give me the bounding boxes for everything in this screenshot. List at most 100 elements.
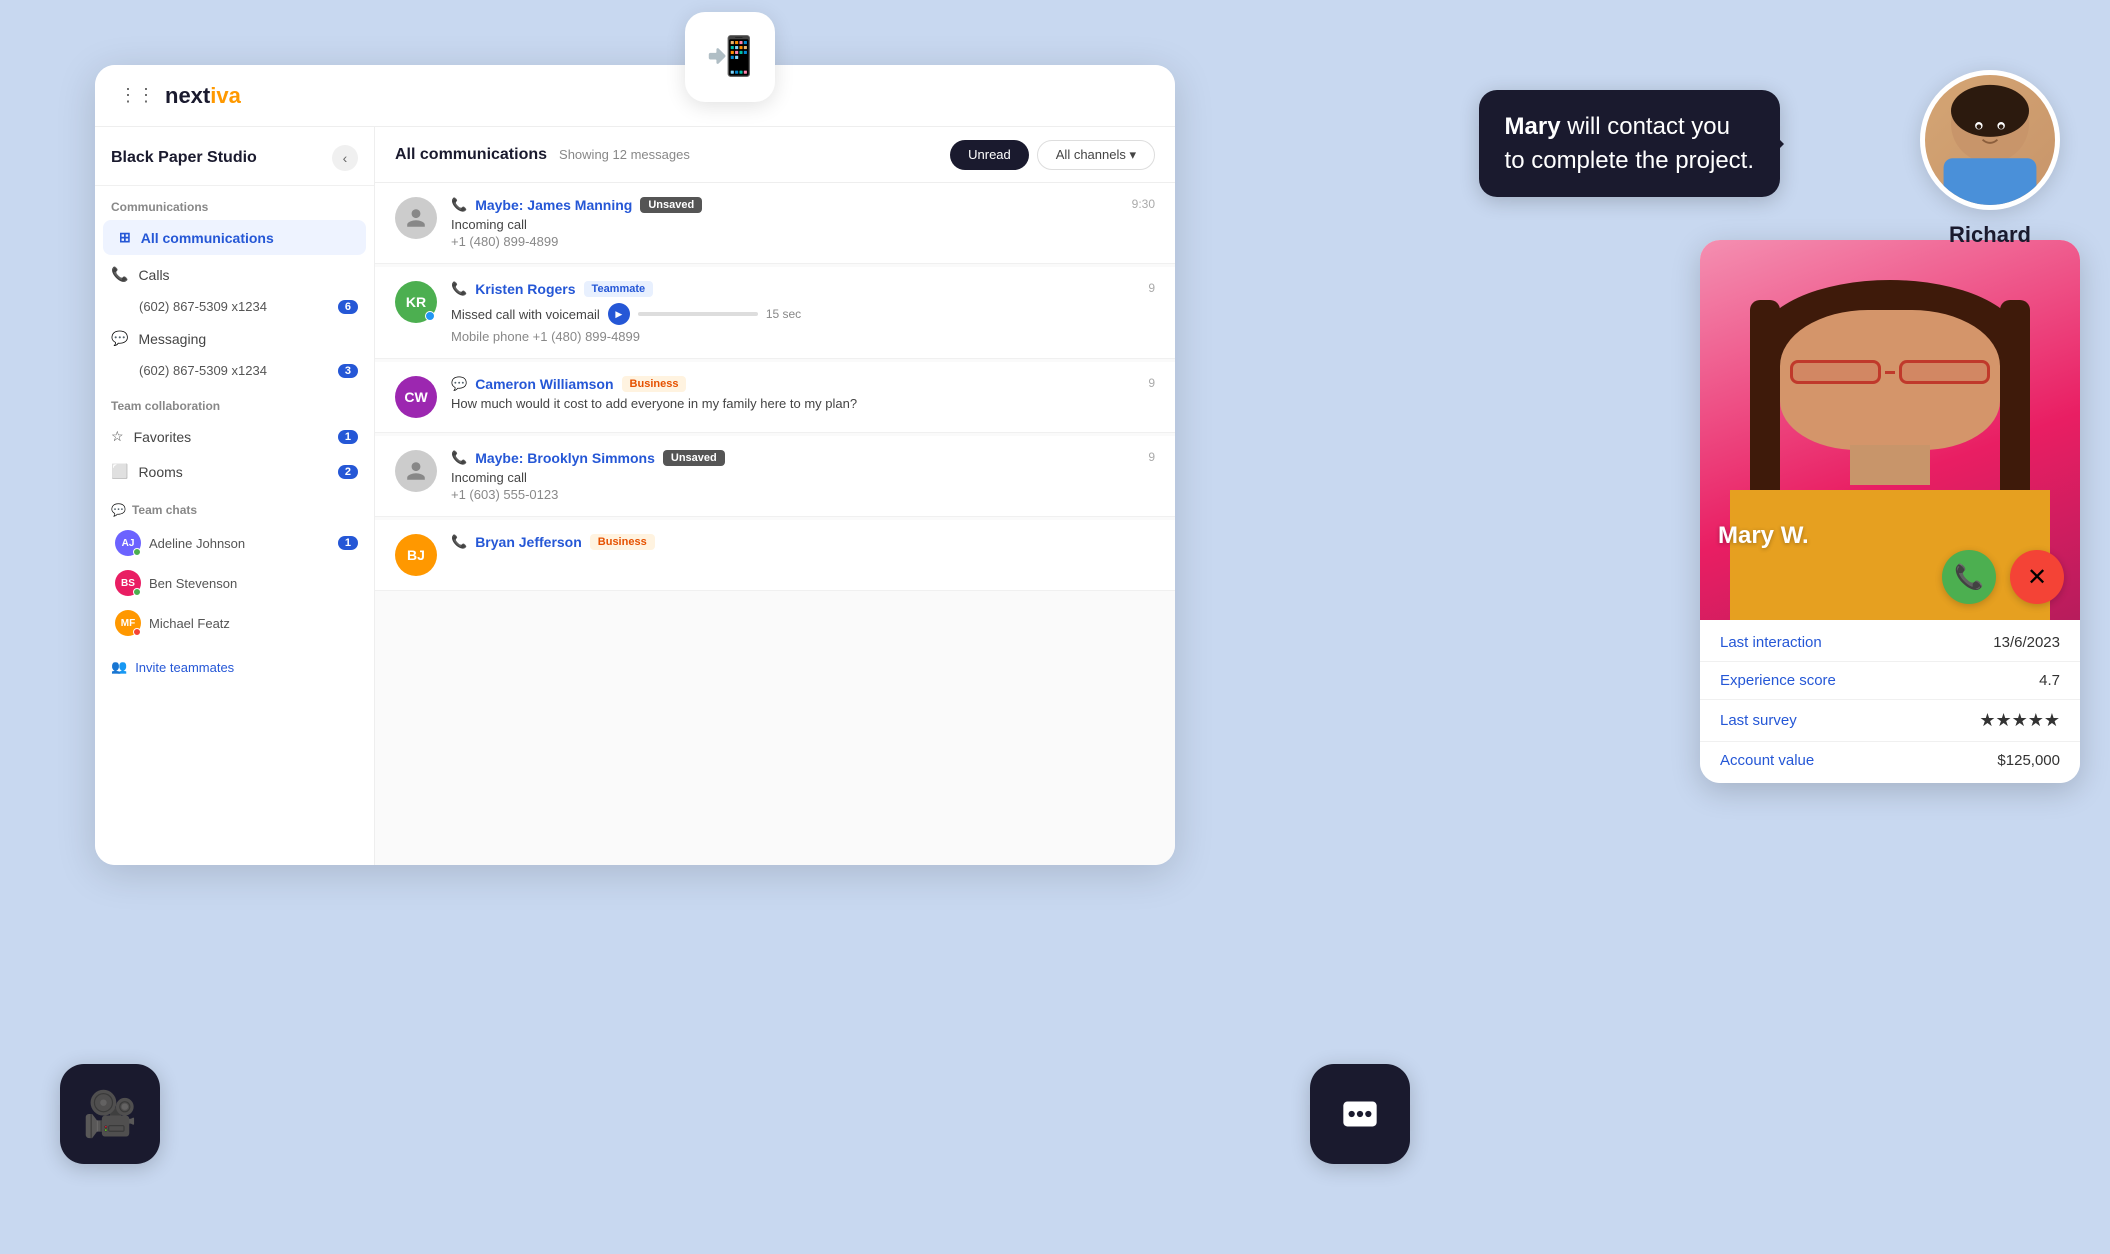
comm-line1: How much would it cost to add everyone i…	[451, 396, 1134, 411]
unread-filter-button[interactable]: Unread	[950, 140, 1029, 170]
comm-content: 📞 Bryan Jefferson Business	[451, 534, 1155, 554]
team-chat-adeline[interactable]: AJ Adeline Johnson 1	[95, 523, 374, 563]
sidebar-item-label: Calls	[138, 267, 169, 283]
comm-item-kristen[interactable]: KR 📞 Kristen Rogers Teammate Missed call…	[375, 267, 1175, 359]
comm-item-james[interactable]: 📞 Maybe: James Manning Unsaved Incoming …	[375, 183, 1175, 264]
sidebar-item-calls[interactable]: 📞 Calls	[95, 257, 374, 292]
rooms-icon: ⬜	[111, 463, 128, 480]
video-icon-button[interactable]: 🎥	[60, 1064, 160, 1164]
adeline-badge: 1	[338, 536, 358, 550]
comm-line2: Mobile phone +1 (480) 899-4899	[451, 329, 1134, 344]
experience-score-row: Experience score 4.7	[1700, 662, 2080, 700]
tooltip-bubble: Mary will contact youto complete the pro…	[1479, 90, 1780, 197]
app-header: ⋮⋮ nextiva	[95, 65, 1175, 127]
invite-label: Invite teammates	[135, 660, 234, 675]
messaging-icon: 💬	[111, 330, 128, 347]
sidebar-sub-item-messaging-number[interactable]: (602) 867-5309 x1234 3	[95, 356, 374, 385]
phone-icon-button[interactable]: 📲	[685, 12, 775, 102]
experience-score-label: Experience score	[1720, 672, 1836, 689]
phone-icon: 📞	[451, 534, 467, 550]
invite-teammates-button[interactable]: 👥 Invite teammates	[95, 647, 374, 687]
comm-line1: Incoming call	[451, 470, 1134, 485]
sidebar-item-rooms[interactable]: ⬜ Rooms 2	[95, 454, 374, 489]
calls-badge: 6	[338, 300, 358, 314]
comm-time: 9	[1148, 376, 1155, 390]
avatar: BJ	[395, 534, 437, 576]
last-interaction-value: 13/6/2023	[1993, 634, 2060, 651]
workspace-chevron[interactable]: ‹	[332, 145, 358, 171]
sidebar-item-label: All communications	[141, 230, 274, 246]
unsaved-tag: Unsaved	[663, 450, 725, 466]
comm-list: 📞 Maybe: James Manning Unsaved Incoming …	[375, 183, 1175, 865]
adeline-name: Adeline Johnson	[149, 536, 245, 551]
comm-time: 9:30	[1132, 197, 1155, 211]
michael-name: Michael Featz	[149, 616, 230, 631]
comm-item-bryan[interactable]: BJ 📞 Bryan Jefferson Business	[375, 520, 1175, 591]
calls-number-label: (602) 867-5309 x1234	[139, 299, 267, 314]
phone-icon: 📞	[451, 450, 467, 466]
comm-name: Cameron Williamson	[475, 376, 613, 392]
teammate-tag: Teammate	[584, 281, 654, 297]
sidebar-item-label: Favorites	[134, 429, 192, 445]
avatar: AJ	[115, 530, 141, 556]
sidebar-item-label: Messaging	[138, 331, 206, 347]
message-icon: 💬	[451, 376, 467, 392]
favorites-icon: ☆	[111, 428, 124, 445]
richard-name: Richard	[1949, 222, 2031, 248]
business-tag: Business	[590, 534, 655, 550]
messaging-number-label: (602) 867-5309 x1234	[139, 363, 267, 378]
phone-icon: 📞	[451, 197, 467, 213]
workspace-header[interactable]: Black Paper Studio ‹	[95, 127, 374, 186]
sidebar-item-messaging[interactable]: 💬 Messaging	[95, 321, 374, 356]
communications-section-title: Communications	[95, 186, 374, 220]
account-value-label: Account value	[1720, 752, 1814, 769]
call-person-name: Mary W.	[1718, 522, 1809, 550]
play-button[interactable]: ▶	[608, 303, 630, 325]
comm-item-cameron[interactable]: CW 💬 Cameron Williamson Business How muc…	[375, 362, 1175, 433]
chat-icon-button[interactable]	[1310, 1064, 1410, 1164]
comm-name: Kristen Rogers	[475, 281, 575, 297]
account-value-row: Account value $125,000	[1700, 742, 2080, 779]
voicemail-duration: 15 sec	[766, 307, 801, 321]
comm-content: 📞 Kristen Rogers Teammate Missed call wi…	[451, 281, 1134, 344]
comm-item-brooklyn[interactable]: 📞 Maybe: Brooklyn Simmons Unsaved Incomi…	[375, 436, 1175, 517]
comm-name: Bryan Jefferson	[475, 534, 582, 550]
comm-name: Maybe: Brooklyn Simmons	[475, 450, 655, 466]
comm-time: 9	[1148, 450, 1155, 464]
account-value-value: $125,000	[1997, 752, 2060, 769]
avatar	[395, 450, 437, 492]
sidebar-item-favorites[interactable]: ☆ Favorites 1	[95, 419, 374, 454]
app-window: ⋮⋮ nextiva Black Paper Studio ‹ Communic…	[95, 65, 1175, 865]
comm-time: 9	[1148, 281, 1155, 295]
all-comms-icon: ⊞	[119, 229, 131, 246]
ben-name: Ben Stevenson	[149, 576, 237, 591]
invite-icon: 👥	[111, 659, 127, 675]
team-collaboration-title: Team collaboration	[95, 385, 374, 419]
avatar: CW	[395, 376, 437, 418]
team-chats-icon: 💬	[111, 503, 126, 517]
accept-call-button[interactable]: 📞	[1942, 550, 1996, 604]
comm-line2: +1 (603) 555-0123	[451, 487, 1134, 502]
favorites-badge: 1	[338, 430, 358, 444]
team-chat-ben[interactable]: BS Ben Stevenson	[95, 563, 374, 603]
sidebar-item-all-communications[interactable]: ⊞ All communications	[103, 220, 366, 255]
rooms-badge: 2	[338, 465, 358, 479]
sidebar-item-label: Rooms	[138, 464, 182, 480]
last-survey-row: Last survey ★★★★★	[1700, 700, 2080, 742]
comm-name: Maybe: James Manning	[475, 197, 632, 213]
experience-score-value: 4.7	[2039, 672, 2060, 689]
avatar: BS	[115, 570, 141, 596]
comm-subtitle: Showing 12 messages	[559, 147, 690, 162]
comm-line2: +1 (480) 899-4899	[451, 234, 1118, 249]
sidebar-sub-item-calls-number[interactable]: (602) 867-5309 x1234 6	[95, 292, 374, 321]
comm-line1: Incoming call	[451, 217, 1118, 232]
avatar: MF	[115, 610, 141, 636]
team-chat-michael[interactable]: MF Michael Featz	[95, 603, 374, 643]
last-interaction-row: Last interaction 13/6/2023	[1700, 624, 2080, 662]
all-channels-filter-button[interactable]: All channels ▾	[1037, 140, 1155, 170]
decline-call-button[interactable]: ✕	[2010, 550, 2064, 604]
call-card: Mary W. 📞 ✕ Last interaction 13/6/2023 E…	[1700, 240, 2080, 783]
comm-content: 📞 Maybe: Brooklyn Simmons Unsaved Incomi…	[451, 450, 1134, 502]
communications-panel: All communications Showing 12 messages U…	[375, 127, 1175, 865]
phone-icon: 📞	[451, 281, 467, 297]
